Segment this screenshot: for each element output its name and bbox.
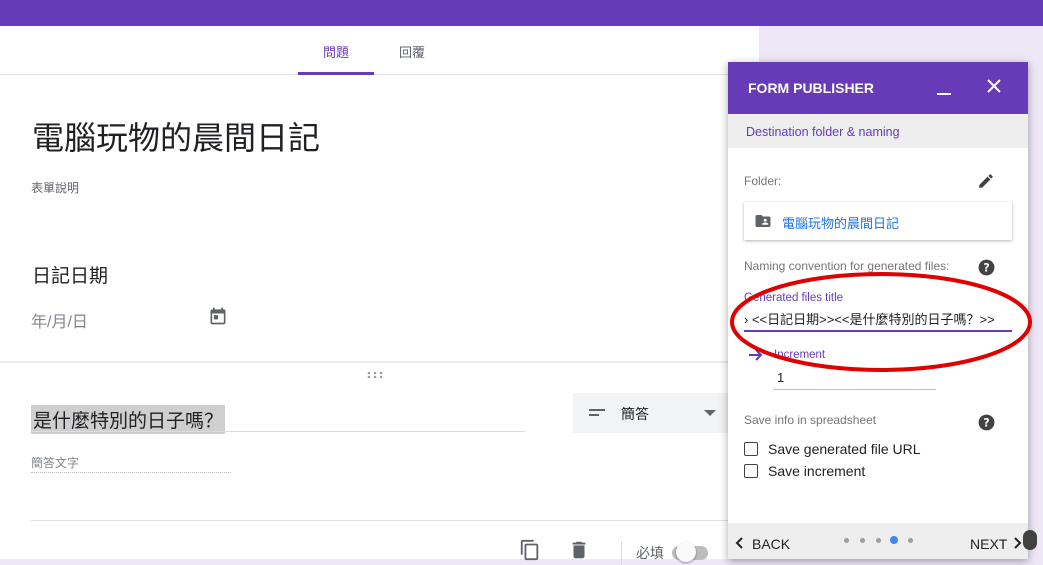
question-card[interactable]: 是什麼特別的日子嗎？ 簡答 簡答文字 必填 [0, 363, 759, 565]
step-dot [876, 538, 881, 543]
form-header-card: 電腦玩物的晨間日記 表單說明 日記日期 年/月/日 [0, 75, 759, 361]
step-dot [908, 538, 913, 543]
scroll-indicator [1023, 530, 1037, 550]
form-tabs: 問題 回覆 [0, 26, 759, 75]
destination-folder-button[interactable]: 電腦玩物的晨間日記 [744, 202, 1012, 240]
save-increment-label[interactable]: Save increment [768, 463, 865, 479]
dropdown-arrow-icon [704, 410, 716, 416]
spreadsheet-label: Save info in spreadsheet [744, 413, 877, 427]
question-title-date[interactable]: 日記日期 [32, 261, 108, 288]
folder-shared-icon [755, 215, 771, 227]
next-button[interactable]: NEXT [970, 536, 1007, 552]
save-url-label[interactable]: Save generated file URL [768, 441, 921, 457]
save-url-checkbox[interactable] [744, 442, 758, 456]
chevron-right-icon[interactable] [1014, 537, 1022, 549]
required-toggle-knob[interactable] [676, 542, 696, 562]
step-dot [860, 538, 865, 543]
calendar-icon[interactable] [208, 306, 228, 326]
date-input[interactable]: 年/月/日 [31, 308, 88, 332]
form-description[interactable]: 表單說明 [31, 179, 79, 196]
question-title-underline [31, 431, 525, 432]
red-annotation-ellipse [730, 272, 1032, 372]
back-button[interactable]: BACK [752, 536, 790, 552]
close-icon[interactable] [986, 78, 1002, 94]
footer-separator [621, 541, 622, 565]
panel-footer: BACK NEXT [728, 523, 1028, 559]
question-type-select[interactable]: 簡答 [573, 393, 728, 433]
tab-responses[interactable]: 回覆 [399, 42, 425, 61]
folder-label: Folder: [744, 174, 782, 188]
help-icon[interactable]: ? [977, 413, 996, 432]
tab-questions[interactable]: 問題 [323, 42, 349, 61]
panel-section-bar: Destination folder & naming [728, 114, 1028, 148]
save-increment-checkbox[interactable] [744, 464, 758, 478]
question-title-special-day[interactable]: 是什麼特別的日子嗎？ [31, 405, 226, 434]
copy-icon[interactable] [519, 539, 541, 561]
panel-title: FORM PUBLISHER [748, 80, 874, 96]
panel-section-title: Destination folder & naming [746, 125, 900, 139]
short-answer-placeholder: 簡答文字 [31, 456, 80, 470]
increment-underline [774, 389, 936, 390]
short-answer-underline [31, 472, 231, 473]
drag-handle-icon[interactable] [366, 371, 384, 379]
minimize-icon[interactable] [937, 93, 951, 95]
panel-header: FORM PUBLISHER [728, 62, 1028, 114]
folder-name: 電腦玩物的晨間日記 [782, 216, 900, 231]
required-label: 必填 [636, 545, 664, 561]
edit-icon[interactable] [977, 172, 995, 190]
svg-text:?: ? [983, 416, 989, 429]
top-header-bar [0, 0, 1043, 26]
short-text-icon [589, 409, 605, 416]
delete-icon[interactable] [568, 539, 590, 561]
form-title[interactable]: 電腦玩物的晨間日記 [32, 113, 320, 159]
chevron-left-icon[interactable] [735, 537, 743, 549]
step-dot [844, 538, 849, 543]
question-type-label: 簡答 [621, 406, 649, 422]
step-dot-current [890, 536, 898, 544]
question-footer-divider [31, 520, 728, 521]
